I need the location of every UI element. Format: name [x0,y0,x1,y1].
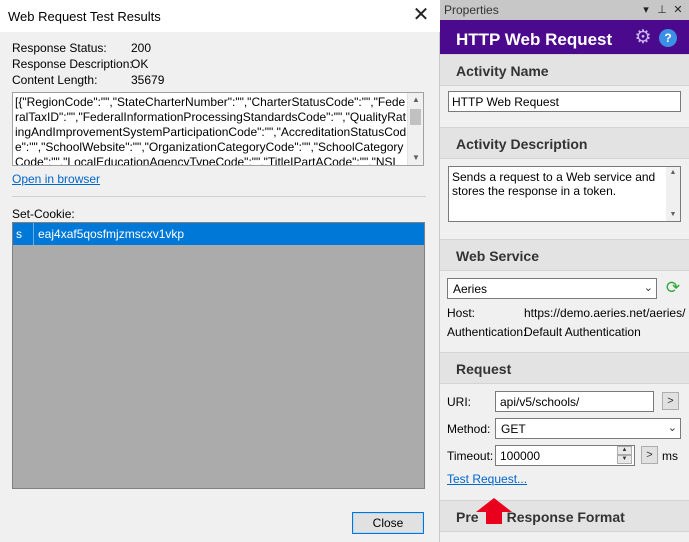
timeout-spinner[interactable]: ▲ ▼ [617,446,633,465]
close-button[interactable]: Close [352,512,424,534]
cookie-grid: s eaj4xaf5qosfmjzmscxv1vkp [12,222,425,489]
content-length-label: Content Length: [12,73,98,87]
scroll-down-icon[interactable]: ▼ [666,209,680,221]
spin-up-icon[interactable]: ▲ [617,446,632,455]
response-description-label: Response Description: [12,57,133,71]
scroll-up-icon[interactable]: ▲ [408,93,423,107]
response-status-label: Response Status: [12,41,107,55]
timeout-input[interactable] [495,445,635,466]
section-title: Activity Name [456,63,549,79]
section-request: Request [440,352,689,384]
dialog-divider [12,196,426,197]
authentication-label: Authentication: [447,325,527,339]
timeout-label: Timeout: [447,449,494,463]
activity-description-text: Sends a request to a Web service and sto… [452,170,656,198]
dialog-titlebar: Web Request Test Results ✕ [0,0,440,32]
chevron-down-icon: ⌄ [643,282,653,294]
table-row[interactable]: s eaj4xaf5qosfmjzmscxv1vkp [13,223,424,245]
dialog-title: Web Request Test Results [8,9,161,24]
response-body-textbox[interactable]: [{"RegionCode":"","StateCharterNumber":"… [12,92,424,166]
timeout-unit-label: ms [662,449,678,463]
uri-input[interactable] [495,391,654,412]
scroll-down-icon[interactable]: ▼ [408,151,423,165]
host-value: https://demo.aeries.net/aeries/ [524,306,686,320]
cookie-value-cell: eaj4xaf5qosfmjzmscxv1vkp [38,227,185,241]
activity-header-title: HTTP Web Request [456,30,613,49]
properties-title: Properties [444,3,499,17]
web-service-selected: Aeries [453,282,488,296]
section-title: Web Service [456,248,540,264]
spin-down-icon[interactable]: ▼ [617,455,632,464]
section-title-main: Response Format [506,509,625,525]
host-label: Host: [447,306,476,320]
response-status-value: 200 [131,41,152,55]
section-title: Request [456,361,512,377]
web-service-select[interactable]: Aeries ⌄ [447,278,657,299]
properties-titlebar: Properties ▾ ⊥ ✕ [440,0,689,20]
method-select[interactable]: GET ⌄ [495,418,681,439]
dropdown-icon[interactable]: ▾ [639,2,653,18]
authentication-value: Default Authentication [524,325,641,339]
uri-label: URI: [447,395,471,409]
cell-divider [33,223,34,245]
properties-panel: Properties ▾ ⊥ ✕ HTTP Web Request ⚙ ? Ac… [440,0,689,542]
chevron-down-icon: ⌄ [667,422,677,434]
cookie-name-cell: s [16,227,22,241]
scroll-thumb[interactable] [410,109,421,125]
activity-name-input[interactable] [448,91,681,112]
section-activity-description: Activity Description [440,127,689,159]
open-in-browser-link[interactable]: Open in browser [12,172,100,186]
method-selected: GET [501,422,526,436]
help-icon[interactable]: ? [659,29,677,47]
uri-expand-button[interactable]: > [662,392,679,410]
section-title: Activity Description [456,136,588,152]
section-web-service: Web Service [440,239,689,271]
close-icon[interactable]: ✕ [671,2,685,18]
response-description-value: OK [131,57,149,71]
scroll-up-icon[interactable]: ▲ [666,167,680,179]
set-cookie-label: Set-Cookie: [12,207,75,221]
close-icon[interactable]: ✕ [406,2,436,28]
section-activity-name: Activity Name [440,54,689,86]
response-body-text: [{"RegionCode":"","StateCharterNumber":"… [15,95,407,166]
description-scrollbar[interactable]: ▲ ▼ [666,167,680,221]
pin-icon[interactable]: ⊥ [655,2,669,18]
gear-icon[interactable]: ⚙ [633,28,653,48]
test-request-link[interactable]: Test Request... [447,472,527,486]
activity-description-textarea[interactable]: Sends a request to a Web service and sto… [448,166,681,222]
timeout-expand-button[interactable]: > [641,446,658,464]
method-label: Method: [447,422,491,436]
response-body-scrollbar[interactable]: ▲ ▼ [407,93,423,165]
content-length-value: 35679 [131,73,165,87]
test-results-dialog: Web Request Test Results ✕ Response Stat… [0,0,440,542]
activity-header: HTTP Web Request ⚙ ? [440,20,689,57]
red-arrow-icon [476,498,512,524]
refresh-icon[interactable]: ⟳ [665,279,681,297]
